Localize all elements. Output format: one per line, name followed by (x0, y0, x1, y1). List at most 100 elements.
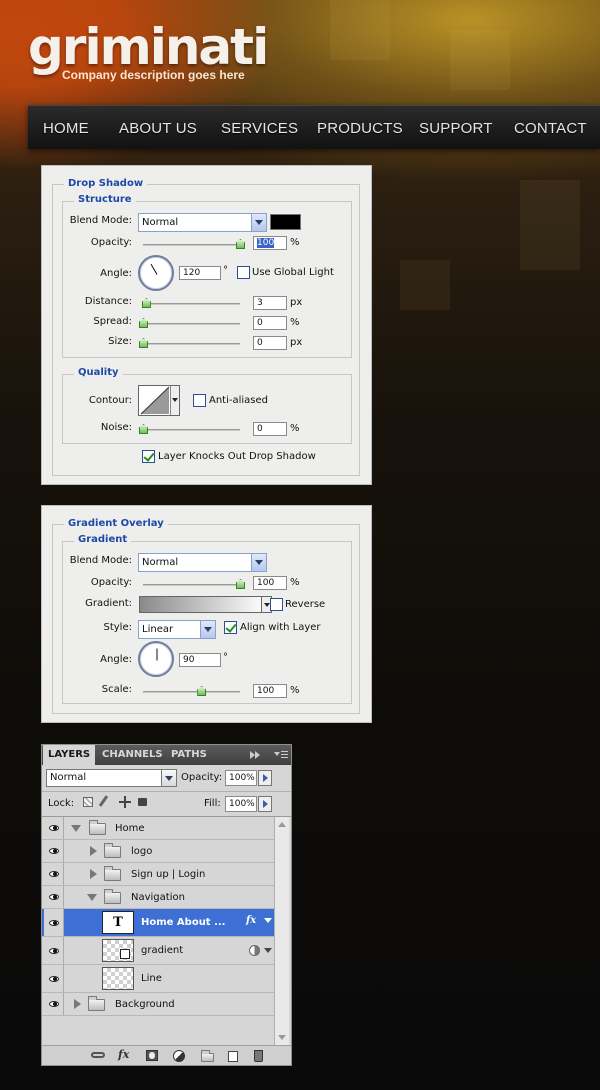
angle-dial[interactable] (138, 255, 174, 291)
layer-opacity-input[interactable]: 100% (225, 770, 257, 786)
layer-row-line[interactable]: Line (42, 965, 274, 993)
reverse-checkbox[interactable] (270, 598, 283, 611)
layer-row-navigation-group[interactable]: Navigation (42, 886, 274, 909)
scale-input[interactable]: 100 (253, 684, 287, 698)
layer-name: Home (115, 823, 145, 834)
site-logo[interactable]: griminati Company description goes here (28, 18, 269, 82)
spread-input[interactable]: 0 (253, 316, 287, 330)
new-layer-icon[interactable] (228, 1051, 238, 1062)
expand-triangle-icon[interactable] (71, 825, 81, 832)
chevron-down-icon (161, 770, 176, 786)
fill-input[interactable]: 100% (225, 796, 257, 812)
size-slider[interactable] (139, 338, 240, 348)
scale-label: Scale: (101, 684, 132, 695)
delete-layer-icon[interactable] (254, 1050, 263, 1062)
folder-icon (89, 820, 106, 835)
layer-knocks-out-checkbox[interactable] (142, 450, 155, 463)
angle-input[interactable]: 120 (179, 266, 221, 280)
layer-row-background-group[interactable]: Background (42, 993, 274, 1016)
lock-transparent-icon[interactable] (83, 797, 93, 807)
layers-scrollbar[interactable] (274, 817, 289, 1045)
expand-triangle-icon[interactable] (87, 894, 97, 901)
go-opacity-input[interactable]: 100 (253, 576, 287, 590)
chevron-right-icon (263, 800, 268, 808)
style-label: Style: (103, 622, 133, 633)
visibility-eye-icon[interactable] (44, 886, 64, 908)
layer-style-icon[interactable] (249, 945, 260, 956)
align-with-layer-checkbox[interactable] (224, 621, 237, 634)
effects-expand-icon[interactable] (264, 918, 272, 923)
add-mask-icon[interactable] (146, 1050, 158, 1061)
go-blend-mode-select[interactable]: Normal (138, 553, 267, 572)
visibility-eye-icon[interactable] (44, 863, 64, 885)
shadow-color-swatch[interactable] (270, 214, 301, 230)
tab-paths[interactable]: PATHS (166, 745, 212, 765)
eye-icon (49, 919, 59, 926)
blend-mode-select[interactable]: Normal (138, 213, 267, 232)
nav-about-us[interactable]: ABOUT US (119, 120, 197, 137)
contour-picker[interactable] (138, 385, 180, 416)
contour-dropdown-arrow[interactable] (170, 386, 179, 415)
visibility-eye-icon[interactable] (44, 817, 64, 839)
spread-slider[interactable] (139, 318, 240, 328)
eye-icon (49, 975, 59, 982)
go-opacity-slider[interactable] (143, 579, 245, 589)
visibility-eye-icon[interactable] (44, 937, 64, 964)
lock-all-icon[interactable] (138, 798, 147, 806)
expand-triangle-icon[interactable] (90, 846, 97, 856)
adjustment-layer-icon[interactable] (173, 1050, 185, 1062)
fx-icon[interactable]: fx (246, 915, 256, 926)
chevron-down-icon (200, 621, 215, 638)
new-group-icon[interactable] (201, 1050, 214, 1062)
angle-dial-hand (150, 263, 158, 275)
visibility-eye-icon[interactable] (44, 909, 64, 936)
tab-channels[interactable]: CHANNELS (97, 745, 168, 765)
layer-blend-mode-select[interactable]: Normal (46, 769, 177, 787)
nav-products[interactable]: PRODUCTS (317, 120, 403, 137)
visibility-eye-icon[interactable] (44, 993, 64, 1015)
drop-shadow-title: Drop Shadow (64, 178, 148, 189)
size-input[interactable]: 0 (253, 336, 287, 350)
blend-mode-value: Normal (142, 217, 179, 228)
use-global-light-checkbox[interactable] (237, 266, 250, 279)
drop-shadow-dialog: Drop Shadow Structure Blend Mode: Normal… (41, 165, 372, 485)
nav-support[interactable]: SUPPORT (419, 120, 493, 137)
visibility-eye-icon[interactable] (44, 965, 64, 992)
layer-row-home-text[interactable]: T Home About ... fx (42, 909, 274, 937)
go-angle-dial[interactable] (138, 641, 174, 677)
visibility-eye-icon[interactable] (44, 840, 64, 862)
distance-input[interactable]: 3 (253, 296, 287, 310)
anti-aliased-checkbox[interactable] (193, 394, 206, 407)
noise-slider[interactable] (139, 424, 240, 434)
nav-contact[interactable]: CONTACT (514, 120, 587, 137)
gradient-overlay-dialog: Gradient Overlay Gradient Blend Mode: No… (41, 505, 372, 723)
nav-services[interactable]: SERVICES (221, 120, 298, 137)
expand-triangle-icon[interactable] (74, 999, 81, 1009)
opacity-input[interactable]: 100 (253, 236, 287, 250)
scroll-up-icon[interactable] (278, 822, 286, 827)
style-select[interactable]: Linear (138, 620, 216, 639)
noise-input[interactable]: 0 (253, 422, 287, 436)
scale-slider[interactable] (143, 686, 240, 696)
expand-triangle-icon[interactable] (90, 869, 97, 879)
nav-home[interactable]: HOME (43, 120, 89, 137)
gradient-picker[interactable] (139, 596, 272, 613)
distance-slider[interactable] (141, 298, 240, 308)
layer-row-logo-group[interactable]: logo (42, 840, 274, 863)
panel-menu-icon[interactable] (274, 750, 288, 760)
layer-row-home-group[interactable]: Home (42, 817, 274, 840)
logo-text: griminati (28, 18, 269, 76)
layer-opacity-arrow[interactable] (258, 770, 272, 786)
go-angle-input[interactable]: 90 (179, 653, 221, 667)
link-layers-icon[interactable] (91, 1052, 105, 1058)
layer-row-gradient[interactable]: gradient (42, 937, 274, 965)
layer-row-signup-group[interactable]: Sign up | Login (42, 863, 274, 886)
fill-arrow[interactable] (258, 796, 272, 812)
scroll-down-icon[interactable] (278, 1035, 286, 1040)
tab-layers[interactable]: LAYERS (43, 745, 96, 765)
opacity-slider[interactable] (143, 239, 245, 249)
add-layer-style-icon[interactable]: fx (118, 1048, 129, 1061)
effects-expand-icon[interactable] (264, 948, 272, 953)
lock-brush-icon[interactable] (98, 795, 109, 807)
lock-move-icon[interactable] (119, 796, 131, 808)
